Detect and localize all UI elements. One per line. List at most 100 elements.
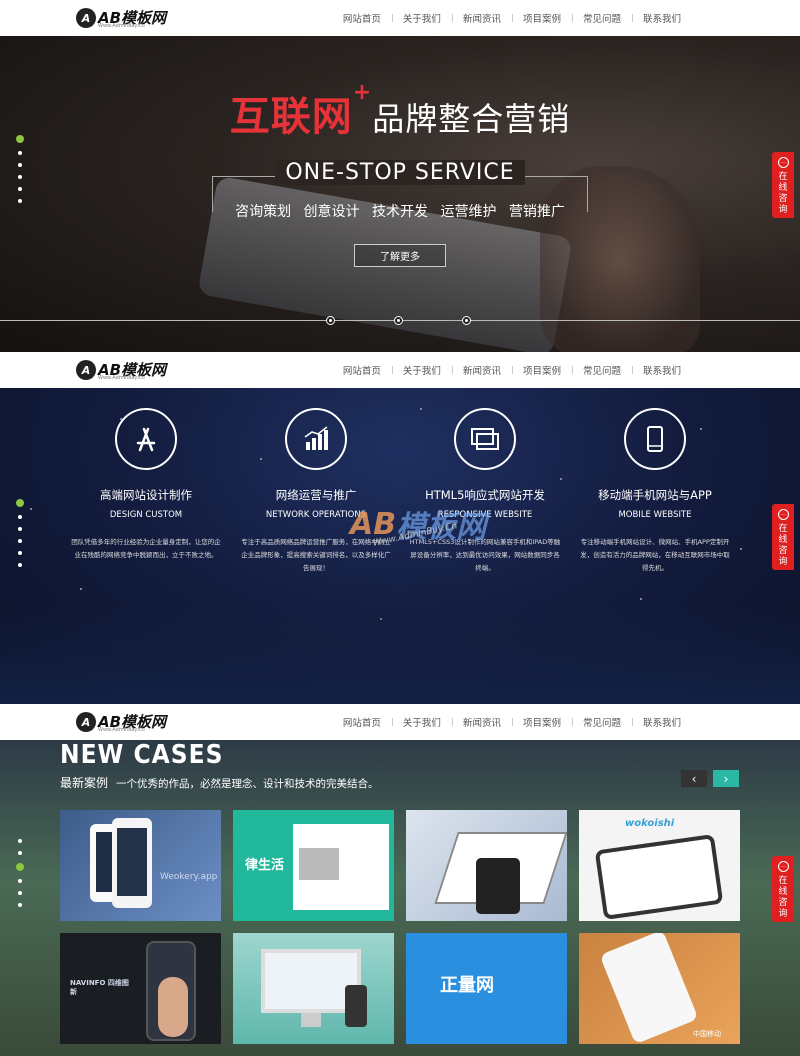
cases-subtitle: 最新案例 一个优秀的作品，必然是理念、设计和技术的完美结合。: [60, 774, 379, 791]
hero-title: 互联网+品牌整合营销: [0, 80, 800, 142]
section-dot[interactable]: [18, 163, 22, 167]
logo-mark-icon: A: [76, 8, 96, 28]
section-dot[interactable]: [18, 879, 22, 883]
section-dot[interactable]: [18, 539, 22, 543]
hero-subtitle-text: ONE-STOP SERVICE: [275, 160, 525, 185]
screen-services: A AB模板网 Www.Admin8ay.Co 网站首页 关于我们 新闻资讯 项…: [0, 352, 800, 704]
logo-subtext: Www.Admin8ay.Co: [98, 23, 145, 29]
case-label: Weokery.app: [160, 872, 218, 882]
nav-item-news[interactable]: 新闻资讯: [451, 11, 512, 25]
cases-desc: 一个优秀的作品，必然是理念、设计和技术的完美结合。: [116, 778, 379, 790]
section-dot[interactable]: [18, 527, 22, 531]
section-nav-dots: [16, 835, 24, 911]
site-logo[interactable]: A AB模板网 Www.Admin8ay.Co: [76, 710, 166, 734]
slider-dot[interactable]: [326, 316, 335, 325]
section-dot[interactable]: [18, 851, 22, 855]
case-grid: Weokery.app 律生活 wokoishi NAVINFO 四维图新 正量…: [60, 810, 740, 1044]
online-consult-badge[interactable]: … 在线咨询: [772, 504, 794, 570]
feature-subtitle: DESIGN CUSTOM: [109, 510, 183, 520]
nav-item-faq[interactable]: 常见问题: [571, 363, 632, 377]
case-thumb[interactable]: Weokery.app: [60, 810, 221, 921]
online-consult-badge[interactable]: … 在线咨询: [772, 152, 794, 218]
screen-hero: A AB模板网 Www.Admin8ay.Co 网站首页 关于我们 新闻资讯 项…: [0, 0, 800, 352]
nav-item-cases[interactable]: 项目案例: [511, 715, 572, 729]
section-dot[interactable]: [18, 891, 22, 895]
section-dot[interactable]: [18, 551, 22, 555]
section-nav-dots: [16, 131, 24, 207]
nav-item-contact[interactable]: 联系我们: [631, 363, 692, 377]
hero-subtitle: ONE-STOP SERVICE: [0, 160, 800, 185]
hero-title-white: 品牌整合营销: [372, 100, 571, 138]
chat-icon: …: [777, 509, 789, 520]
section-dot[interactable]: [18, 151, 22, 155]
hero-title-red: 互联网: [229, 94, 353, 140]
online-consult-badge[interactable]: … 在线咨询: [772, 856, 794, 922]
section-dot[interactable]: [18, 175, 22, 179]
section-dot-active[interactable]: [16, 499, 24, 507]
case-label: NAVINFO 四维图新: [70, 979, 129, 996]
site-logo[interactable]: A AB模板网 Www.Admin8ay.Co: [76, 358, 166, 382]
logo-mark-icon: A: [76, 360, 96, 380]
case-thumb[interactable]: 中国移动: [579, 933, 740, 1044]
case-thumb[interactable]: 正量网: [406, 933, 567, 1044]
nav-item-home[interactable]: 网站首页: [332, 363, 392, 377]
site-logo[interactable]: A AB模板网 Www.Admin8ay.Co: [76, 6, 166, 30]
service-item: 创意设计: [303, 204, 360, 220]
feature-design[interactable]: 高端网站设计制作 DESIGN CUSTOM 团队凭借多年的行业经验为企业量身定…: [66, 408, 226, 562]
feature-responsive[interactable]: HTML5响应式网站开发 RESPONSIVE WEBSITE HTML5+CS…: [405, 408, 565, 575]
prev-arrow-button[interactable]: ‹: [681, 770, 707, 787]
feature-network[interactable]: 网络运营与推广 NETWORK OPERATIONS 专注于高品质网络品牌运营推…: [236, 408, 396, 575]
section-nav-dots: [16, 495, 24, 571]
screen-cases: A AB模板网 Www.Admin8ay.Co 网站首页 关于我们 新闻资讯 项…: [0, 704, 800, 1056]
nav-item-contact[interactable]: 联系我们: [631, 715, 692, 729]
section-dot[interactable]: [18, 187, 22, 191]
case-thumb[interactable]: wokoishi: [579, 810, 740, 921]
slider-dot[interactable]: [394, 316, 403, 325]
nav-item-contact[interactable]: 联系我们: [631, 11, 692, 25]
feature-title: 网络运营与推广: [275, 488, 357, 502]
mobile-phone-icon: [624, 408, 686, 470]
feature-desc: 团队凭借多年的行业经验为企业量身定制，让您的企业在残酷的网络竞争中脱颖而出，立于…: [71, 538, 221, 559]
learn-more-button[interactable]: 了解更多: [354, 244, 446, 267]
case-label: wokoishi: [625, 818, 675, 829]
nav-item-faq[interactable]: 常见问题: [571, 11, 632, 25]
slider-dot[interactable]: [462, 316, 471, 325]
cases-title: NEW CASES: [60, 740, 224, 770]
case-thumb[interactable]: 律生活: [233, 810, 394, 921]
nav-item-news[interactable]: 新闻资讯: [451, 715, 512, 729]
section-dot[interactable]: [18, 563, 22, 567]
logo-mark-icon: A: [76, 712, 96, 732]
case-label: 律生活: [245, 858, 285, 873]
nav-item-about[interactable]: 关于我们: [391, 363, 452, 377]
online-consult-label: 在线咨询: [778, 172, 788, 215]
service-item: 运营维护: [440, 204, 497, 220]
screens-icon: [454, 408, 516, 470]
section-dot[interactable]: [18, 839, 22, 843]
next-arrow-button[interactable]: ›: [713, 770, 739, 787]
service-item: 技术开发: [372, 204, 428, 220]
feature-desc: 专注移动端手机网站设计、微网站、手机APP定制开发，创造有活力的品牌网站，在移动…: [580, 538, 730, 572]
case-thumb[interactable]: [233, 933, 394, 1044]
nav-item-news[interactable]: 新闻资讯: [451, 363, 512, 377]
nav-item-home[interactable]: 网站首页: [332, 715, 392, 729]
nav-item-cases[interactable]: 项目案例: [511, 363, 572, 377]
nav-item-cases[interactable]: 项目案例: [511, 11, 572, 25]
section-dot[interactable]: [18, 515, 22, 519]
section-dot[interactable]: [18, 199, 22, 203]
feature-title: 移动端手机网站与APP: [598, 488, 712, 502]
section-dot[interactable]: [18, 903, 22, 907]
feature-mobile[interactable]: 移动端手机网站与APP MOBILE WEBSITE 专注移动端手机网站设计、微…: [575, 408, 735, 575]
section-dot-active[interactable]: [16, 863, 24, 871]
bar-chart-icon: [285, 408, 347, 470]
case-thumb[interactable]: NAVINFO 四维图新: [60, 933, 221, 1044]
nav-item-about[interactable]: 关于我们: [391, 11, 452, 25]
case-thumb[interactable]: [406, 810, 567, 921]
nav-item-about[interactable]: 关于我们: [391, 715, 452, 729]
nav-item-home[interactable]: 网站首页: [332, 11, 392, 25]
nav-item-faq[interactable]: 常见问题: [571, 715, 632, 729]
hero-services: 咨询策划 创意设计 技术开发 运营维护 营销推广: [0, 201, 800, 221]
case-label: 正量网: [440, 975, 494, 996]
logo-subtext: Www.Admin8ay.Co: [98, 375, 145, 381]
section-dot-active[interactable]: [16, 135, 24, 143]
hero-title-plus: +: [352, 80, 373, 105]
